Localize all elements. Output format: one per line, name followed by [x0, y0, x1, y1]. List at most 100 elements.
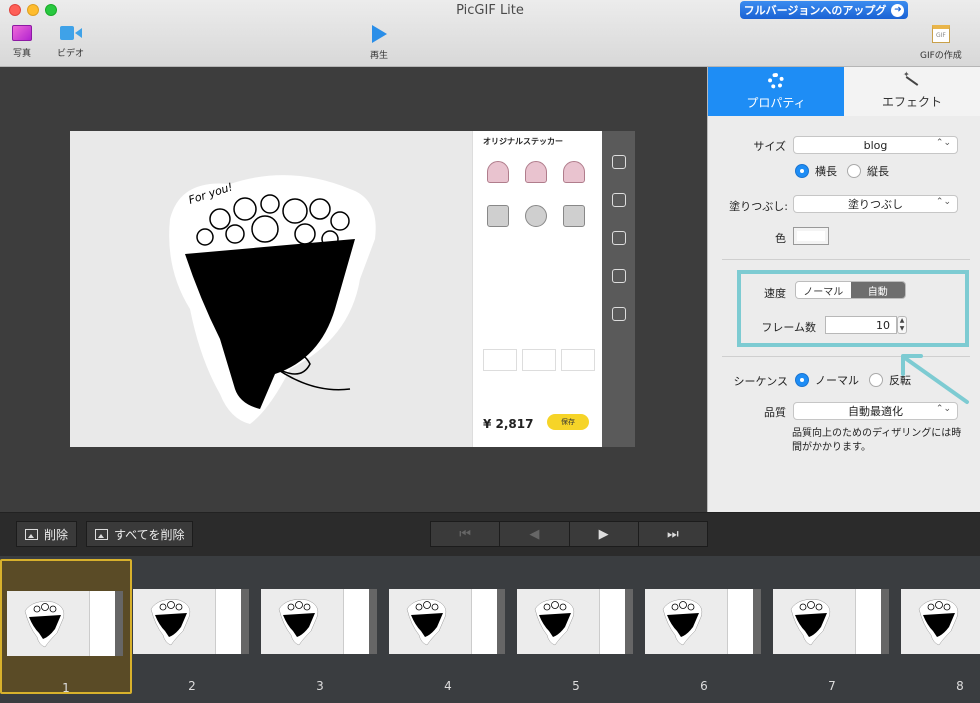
frame-number: 5	[572, 679, 580, 693]
frame-thumbnail[interactable]: 4	[384, 559, 516, 694]
next-frame-icon: ▶	[598, 526, 609, 542]
size-select-value: blog	[863, 138, 888, 152]
frame-thumbnail[interactable]: 1	[0, 559, 132, 695]
next-frame-button[interactable]: ▶	[569, 522, 639, 546]
material-icon	[611, 231, 626, 245]
last-frame-button[interactable]: ⏭	[638, 522, 707, 546]
video-camera-icon	[59, 25, 82, 41]
video-label: ビデオ	[57, 49, 85, 59]
frame-image	[901, 589, 980, 654]
fill-label: 塗りつぶし:	[729, 200, 788, 213]
bouquet-thumbnail	[278, 599, 319, 646]
store-title: オリジナルステッカー	[483, 137, 563, 146]
bouquet-thumbnail	[150, 599, 191, 646]
tab-effects[interactable]: エフェクト	[844, 67, 980, 116]
frame-side-bar	[241, 589, 249, 654]
frame-side-bar	[881, 589, 889, 654]
size-label: サイズ	[753, 140, 786, 153]
store-shape-options	[487, 161, 587, 227]
frame-thumbnail[interactable]: 8	[896, 559, 980, 694]
sticker-size-m-icon	[525, 161, 547, 183]
speed-auto-option[interactable]: 自動	[850, 282, 905, 298]
tab-effects-label: エフェクト	[881, 94, 942, 109]
landscape-radio[interactable]	[795, 164, 809, 178]
bouquet-sticker-image: For you!	[169, 175, 376, 424]
frame-toolbar: 削除 すべてを削除 ⏮ ◀ ▶ ⏭	[0, 512, 980, 556]
gif-preview: For you! オリジナルステッカー ¥ 2,817 保存	[70, 131, 635, 447]
sequence-reverse-radio[interactable]	[869, 373, 883, 387]
frame-number: 4	[444, 679, 452, 693]
gear-icon	[768, 72, 784, 89]
prev-frame-icon: ◀	[529, 526, 540, 542]
gif-file-icon: GIF	[931, 25, 950, 43]
panel-tabs: プロパティ エフェクト	[708, 67, 980, 116]
frames-stepper[interactable]: ▲ ▼	[897, 316, 907, 334]
size-select[interactable]: blog ⌃⌄	[793, 136, 958, 154]
frame-side-bar	[753, 589, 761, 654]
sequence-normal-radio[interactable]	[795, 373, 809, 387]
color-label: 色	[775, 232, 786, 245]
frame-store-panel	[471, 589, 497, 654]
store-panel: オリジナルステッカー ¥ 2,817 保存	[472, 131, 602, 447]
upgrade-button[interactable]: フルバージョンへのアップグ ➜	[740, 1, 908, 19]
photo-icon	[12, 25, 32, 41]
bouquet-thumbnail	[24, 601, 65, 648]
frame-side-bar	[625, 589, 633, 654]
portrait-radio[interactable]	[847, 164, 861, 178]
portrait-label: 縦長	[867, 165, 889, 178]
first-frame-icon: ⏮	[459, 526, 471, 542]
speed-normal-option[interactable]: ノーマル	[796, 282, 851, 298]
meta-box	[483, 349, 517, 371]
sequence-normal-label: ノーマル	[815, 374, 859, 387]
color-well[interactable]	[793, 227, 829, 245]
frame-thumbnail[interactable]: 7	[768, 559, 900, 694]
delete-all-button[interactable]: すべてを削除	[86, 521, 194, 547]
upload-icon	[611, 155, 626, 169]
store-price: ¥ 2,817	[483, 417, 534, 431]
frame-number: 2	[188, 679, 196, 693]
circle-shape-icon	[525, 205, 547, 227]
quality-note: 品質向上のためのディザリングには時間がかかります。	[792, 428, 962, 453]
meta-box	[522, 349, 556, 371]
video-button[interactable]: ビデオ	[57, 25, 84, 59]
pen-icon	[611, 193, 626, 207]
bouquet-thumbnail	[406, 599, 447, 646]
bouquet-thumbnail	[662, 599, 703, 646]
frame-navigation: ⏮ ◀ ▶ ⏭	[430, 521, 708, 547]
magic-wand-icon	[903, 70, 921, 88]
delete-button[interactable]: 削除	[16, 521, 78, 547]
filmstrip: 1 2 3 4 5 6 7 8	[0, 556, 980, 703]
create-gif-button[interactable]: GIF GIFの作成	[920, 25, 962, 61]
meta-box	[561, 349, 595, 371]
photo-button[interactable]: 写真	[12, 25, 32, 59]
image-icon	[95, 528, 108, 540]
frame-store-panel	[343, 589, 369, 654]
divider	[722, 259, 970, 260]
store-meta	[483, 349, 595, 371]
frames-input[interactable]: 10	[825, 316, 897, 334]
chevron-updown-icon: ⌃⌄	[935, 138, 951, 148]
prev-frame-button[interactable]: ◀	[500, 522, 570, 546]
photo-label: 写真	[12, 49, 31, 59]
frames-label: フレーム数	[761, 321, 816, 334]
play-icon	[371, 25, 387, 43]
square-shape-icon	[487, 205, 509, 227]
frame-number: 6	[700, 679, 708, 693]
frame-image	[645, 589, 761, 654]
fill-select[interactable]: 塗りつぶし ⌃⌄	[793, 195, 958, 213]
frame-thumbnail[interactable]: 5	[512, 559, 644, 694]
window-titlebar: PicGIF Lite フルバージョンへのアップグ ➜ 写真 ビデオ 再生 GI…	[0, 0, 980, 67]
quality-label: 品質	[764, 406, 786, 419]
speed-segmented-control: ノーマル 自動	[795, 281, 906, 299]
tab-properties-label: プロパティ	[746, 95, 806, 110]
delete-label: 削除	[44, 527, 69, 542]
first-frame-button[interactable]: ⏮	[431, 522, 501, 546]
tab-properties[interactable]: プロパティ	[708, 67, 844, 116]
rounded-square-shape-icon	[563, 205, 585, 227]
frame-side-bar	[115, 591, 123, 656]
annotation-arrow-icon	[901, 354, 969, 404]
frame-thumbnail[interactable]: 3	[256, 559, 388, 694]
frame-thumbnail[interactable]: 2	[128, 559, 260, 694]
play-button[interactable]: 再生	[370, 25, 388, 61]
frame-thumbnail[interactable]: 6	[640, 559, 772, 694]
